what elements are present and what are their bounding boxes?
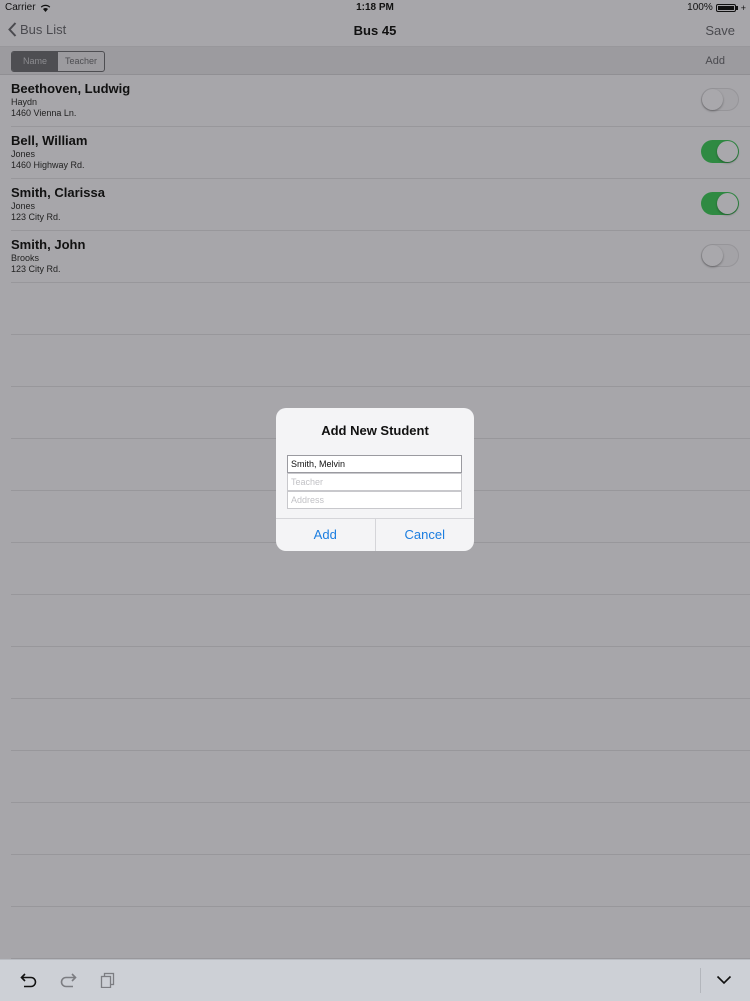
dialog-add-button[interactable]: Add [276, 519, 376, 551]
student-row[interactable]: Beethoven, Ludwig Haydn 1460 Vienna Ln. [11, 75, 750, 127]
student-name: Smith, John [11, 237, 86, 252]
student-name: Beethoven, Ludwig [11, 81, 131, 96]
empty-row [11, 699, 750, 751]
dialog-title: Add New Student [321, 423, 429, 438]
student-teacher: Jones [11, 149, 36, 159]
student-name: Bell, William [11, 133, 88, 148]
student-row[interactable]: Bell, William Jones 1460 Highway Rd. [11, 127, 750, 179]
address-field[interactable] [287, 491, 462, 509]
battery-icon [715, 3, 736, 12]
student-address: 123 City Rd. [11, 212, 61, 222]
empty-row [11, 595, 750, 647]
student-address: 1460 Highway Rd. [11, 160, 85, 170]
save-button[interactable]: Save [705, 23, 735, 38]
status-bar: Carrier 1:18 PM 100% + [0, 0, 750, 16]
segment-name[interactable]: Name [12, 52, 58, 71]
battery-percent: 100% [687, 2, 713, 13]
empty-row [11, 907, 750, 959]
rider-toggle[interactable] [701, 88, 739, 111]
teacher-field[interactable] [287, 473, 462, 491]
rider-toggle[interactable] [701, 192, 739, 215]
student-teacher: Haydn [11, 97, 38, 107]
dialog-cancel-button[interactable]: Cancel [376, 519, 475, 551]
empty-row [11, 647, 750, 699]
redo-icon[interactable] [59, 972, 77, 988]
rider-toggle[interactable] [701, 140, 739, 163]
toggle-knob [702, 245, 723, 266]
page-title: Bus 45 [353, 23, 397, 38]
student-row[interactable]: Smith, Clarissa Jones 123 City Rd. [11, 179, 750, 231]
empty-row [11, 751, 750, 803]
student-teacher: Brooks [11, 253, 40, 263]
toggle-knob [702, 89, 723, 110]
student-row[interactable]: Smith, John Brooks 123 City Rd. [11, 231, 750, 283]
student-address: 123 City Rd. [11, 264, 61, 274]
sort-segmented-control: Name Teacher [11, 51, 105, 72]
charging-icon: + [740, 2, 746, 13]
empty-row [11, 335, 750, 387]
battery-indicator: 100% + [687, 2, 746, 13]
screen: Carrier 1:18 PM 100% + Bus List Bus 45 S… [0, 0, 750, 1001]
student-name-field[interactable] [287, 455, 462, 473]
student-name: Smith, Clarissa [11, 185, 105, 200]
hide-keyboard-icon[interactable] [716, 975, 732, 985]
navigation-bar: Bus List Bus 45 Save [0, 16, 750, 47]
empty-row [11, 283, 750, 335]
status-time: 1:18 PM [356, 2, 394, 13]
student-address: 1460 Vienna Ln. [11, 108, 77, 118]
student-teacher: Jones [11, 201, 36, 211]
dialog-button-row: Add Cancel [276, 518, 474, 551]
segment-teacher[interactable]: Teacher [58, 52, 104, 71]
toggle-knob [717, 141, 738, 162]
empty-row [11, 803, 750, 855]
add-student-button[interactable]: Add [705, 55, 725, 67]
toggle-knob [717, 193, 738, 214]
keyboard-assistant-bar [0, 959, 750, 1001]
assistant-divider [700, 968, 701, 993]
undo-icon[interactable] [20, 972, 38, 988]
paste-icon[interactable] [100, 972, 116, 988]
rider-toggle[interactable] [701, 244, 739, 267]
battery-tip [735, 5, 738, 10]
empty-row [11, 855, 750, 907]
add-student-dialog: Add New Student Add Cancel [276, 408, 474, 551]
list-toolbar: Name Teacher Add [0, 47, 750, 75]
